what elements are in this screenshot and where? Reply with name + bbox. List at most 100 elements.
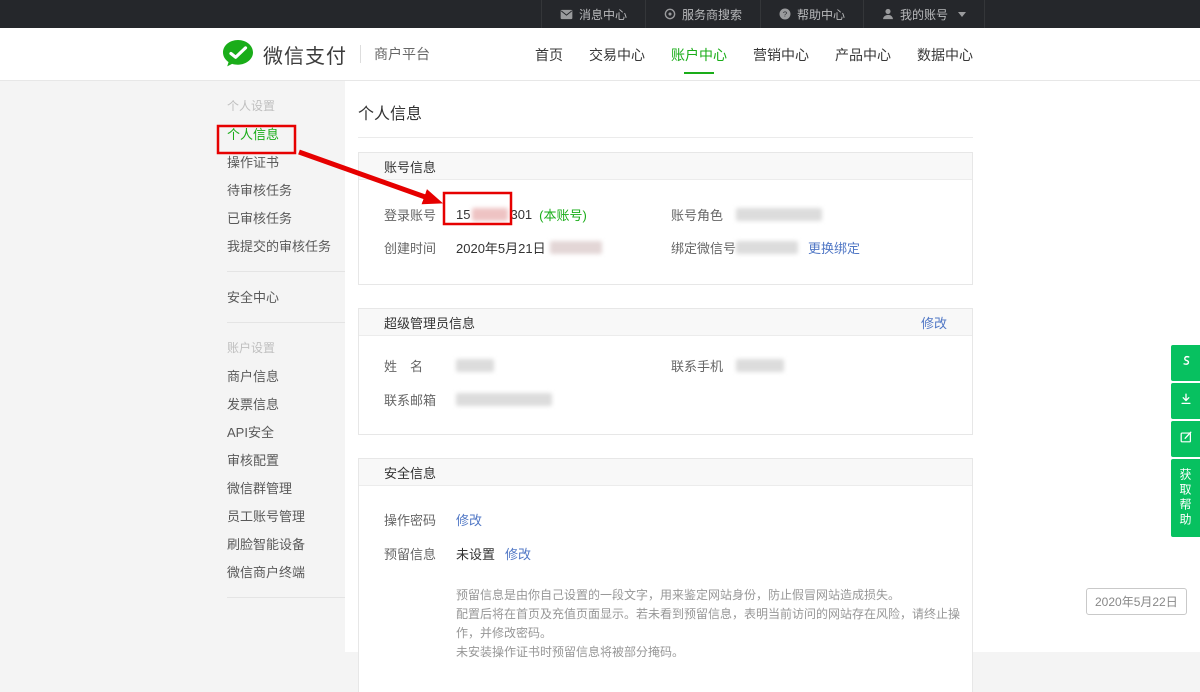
nav-account-center[interactable]: 账户中心 — [671, 28, 727, 81]
sidebar-item-review-config[interactable]: 审核配置 — [0, 445, 345, 473]
topbar-item-my-account[interactable]: 我的账号 — [863, 0, 985, 28]
date-tooltip: 2020年5月22日 — [1086, 588, 1187, 615]
main-content: 个人信息 账号信息 登录账号 15 301 (本账号) — [345, 81, 1200, 652]
account-role-label: 账号角色 — [671, 205, 736, 224]
name-label: 姓 名 — [384, 356, 456, 375]
topbar-item-label: 帮助中心 — [797, 6, 845, 23]
super-admin-body: 姓 名 联系手机 联系邮箱 — [359, 336, 972, 434]
login-account-suffix: 301 — [510, 207, 532, 222]
sidebar-item-wechat-group-management[interactable]: 微信群管理 — [0, 473, 345, 501]
login-account-redacted — [472, 208, 508, 221]
security-info-card: 安全信息 操作密码 修改 预留信息 未设置 修改 预留 — [358, 458, 973, 692]
account-info-card: 账号信息 登录账号 15 301 (本账号) 账号角色 — [358, 152, 973, 285]
nav-product-center[interactable]: 产品中心 — [835, 28, 891, 81]
account-info-body: 登录账号 15 301 (本账号) 账号角色 — [359, 180, 972, 284]
bound-wechat-label: 绑定微信号 — [671, 238, 736, 257]
edit-icon — [1179, 430, 1193, 449]
sidebar-item-personal-info[interactable]: 个人信息 — [0, 119, 345, 147]
topbar-item-service-search[interactable]: 服务商搜索 — [645, 0, 760, 28]
sidebar-item-operation-certificate[interactable]: 操作证书 — [0, 147, 345, 175]
login-account-prefix: 15 — [456, 207, 470, 222]
topbar-item-label: 消息中心 — [579, 6, 627, 23]
modify-reserve-link[interactable]: 修改 — [505, 544, 531, 563]
sidebar-item-reviewed-tasks[interactable]: 已审核任务 — [0, 203, 345, 231]
brand-title: 微信支付 — [263, 40, 347, 69]
nav-marketing-center[interactable]: 营销中心 — [753, 28, 809, 81]
sidebar-divider — [227, 597, 345, 598]
sidebar-item-face-smart-device[interactable]: 刷脸智能设备 — [0, 529, 345, 557]
description-line: 配置后将在首页及充值页面显示。若未看到预留信息，表明当前访问的网站存在风险，请终… — [456, 605, 972, 643]
contact-email-redacted — [456, 393, 552, 406]
name-redacted — [456, 359, 494, 372]
reserve-info-description: 预留信息是由你自己设置的一段文字，用来鉴定网站身份，防止假冒网站造成损失。 配置… — [456, 586, 972, 662]
topbar-items: 消息中心 服务商搜索 ? 帮助中心 我的账号 — [541, 0, 985, 28]
account-role-redacted — [736, 208, 822, 221]
login-account-label: 登录账号 — [384, 205, 456, 224]
search-icon — [664, 8, 676, 20]
account-info-header: 账号信息 — [359, 153, 972, 180]
topbar: 消息中心 服务商搜索 ? 帮助中心 我的账号 — [0, 0, 1200, 28]
security-info-body: 操作密码 修改 预留信息 未设置 修改 预留信息是由你自己设置的一段文字，用来鉴… — [359, 486, 972, 692]
fab-feedback-button[interactable] — [1171, 421, 1200, 457]
super-admin-header: 超级管理员信息 修改 — [359, 309, 972, 336]
created-date: 2020年5月21日 — [456, 238, 546, 257]
change-binding-link[interactable]: 更换绑定 — [808, 238, 860, 257]
created-time-value: 2020年5月21日 — [456, 238, 602, 257]
svg-text:?: ? — [783, 10, 787, 19]
sidebar-item-security-center[interactable]: 安全中心 — [0, 282, 345, 310]
main-nav: 首页 交易中心 账户中心 营销中心 产品中心 数据中心 — [535, 28, 973, 81]
fab-download-button[interactable] — [1171, 383, 1200, 419]
reserve-info-value: 未设置 — [456, 544, 495, 563]
header-divider — [360, 45, 361, 63]
current-account-tag: (本账号) — [539, 205, 587, 224]
sidebar-divider — [227, 322, 345, 323]
security-info-header: 安全信息 — [359, 459, 972, 486]
topbar-item-message-center[interactable]: 消息中心 — [541, 0, 645, 28]
bound-wechat-redacted — [736, 241, 798, 254]
reserve-info-label: 预留信息 — [384, 544, 456, 563]
download-icon — [1179, 392, 1193, 411]
sidebar-item-merchant-info[interactable]: 商户信息 — [0, 361, 345, 389]
nav-data-center[interactable]: 数据中心 — [917, 28, 973, 81]
created-time-label: 创建时间 — [384, 238, 456, 257]
sidebar: 个人设置 个人信息 操作证书 待审核任务 已审核任务 我提交的审核任务 安全中心… — [0, 81, 345, 652]
fab-link-button[interactable] — [1171, 345, 1200, 381]
page-title: 个人信息 — [358, 100, 1200, 124]
chevron-down-icon — [958, 12, 966, 17]
sidebar-item-api-security[interactable]: API安全 — [0, 417, 345, 445]
sidebar-item-staff-account-management[interactable]: 员工账号管理 — [0, 501, 345, 529]
get-help-label: 获取帮助 — [1177, 468, 1194, 528]
get-help-button[interactable]: 获取帮助 — [1171, 459, 1200, 537]
section-title: 超级管理员信息 — [384, 313, 475, 332]
header: 微信支付 商户平台 首页 交易中心 账户中心 营销中心 产品中心 数据中心 — [0, 28, 1200, 81]
modify-admin-link[interactable]: 修改 — [921, 313, 947, 332]
operation-password-label: 操作密码 — [384, 510, 456, 529]
sidebar-item-my-submitted-review-tasks[interactable]: 我提交的审核任务 — [0, 231, 345, 259]
floating-action-panel: 获取帮助 — [1171, 345, 1200, 539]
created-time-redacted — [550, 241, 602, 254]
message-icon — [560, 9, 573, 20]
sidebar-group-personal-settings: 个人设置 — [0, 91, 345, 119]
page-body: 个人设置 个人信息 操作证书 待审核任务 已审核任务 我提交的审核任务 安全中心… — [0, 81, 1200, 652]
section-title: 安全信息 — [384, 463, 436, 482]
sidebar-item-invoice-info[interactable]: 发票信息 — [0, 389, 345, 417]
sidebar-item-pending-review-tasks[interactable]: 待审核任务 — [0, 175, 345, 203]
modify-password-link[interactable]: 修改 — [456, 510, 482, 529]
wechat-pay-logo[interactable] — [222, 39, 254, 69]
super-admin-card: 超级管理员信息 修改 姓 名 联系手机 联系邮箱 — [358, 308, 973, 435]
sidebar-item-wechat-merchant-terminal[interactable]: 微信商户终端 — [0, 557, 345, 585]
topbar-item-label: 我的账号 — [900, 6, 948, 23]
nav-transaction-center[interactable]: 交易中心 — [589, 28, 645, 81]
topbar-item-help-center[interactable]: ? 帮助中心 — [760, 0, 863, 28]
description-line: 预留信息是由你自己设置的一段文字，用来鉴定网站身份，防止假冒网站造成损失。 — [456, 586, 972, 605]
link-icon — [1178, 353, 1193, 373]
contact-email-label: 联系邮箱 — [384, 390, 456, 409]
sidebar-group-account-settings: 账户设置 — [0, 333, 345, 361]
help-icon: ? — [779, 8, 791, 20]
section-title: 账号信息 — [384, 157, 436, 176]
sidebar-divider — [227, 271, 345, 272]
contact-phone-label: 联系手机 — [671, 356, 736, 375]
user-icon — [882, 8, 894, 20]
platform-subtitle: 商户平台 — [374, 44, 430, 64]
nav-home[interactable]: 首页 — [535, 28, 563, 81]
